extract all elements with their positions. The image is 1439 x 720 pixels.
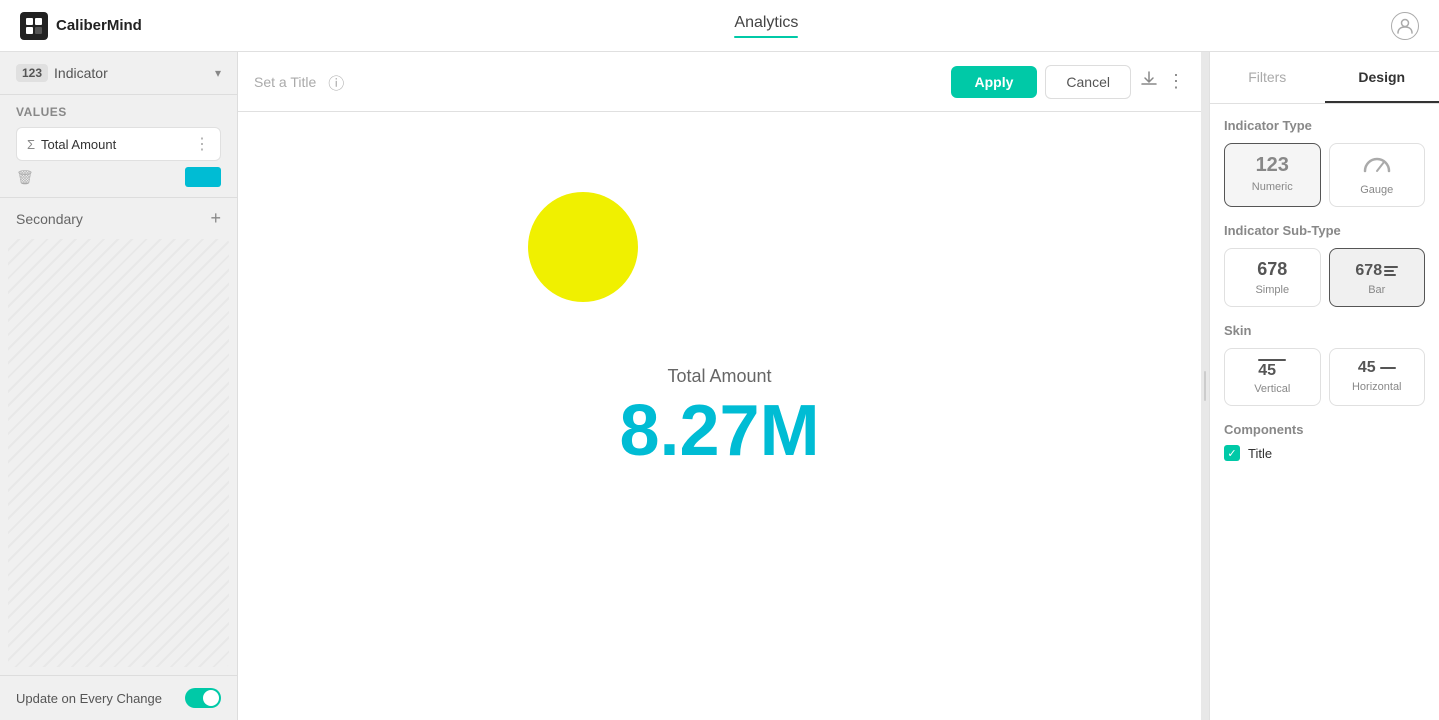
badge-num: 123 <box>16 64 48 82</box>
user-icon[interactable] <box>1391 12 1419 40</box>
gauge-label: Gauge <box>1360 184 1393 196</box>
more-options-toolbar-icon[interactable]: ⋮ <box>1167 71 1185 92</box>
type-card-gauge[interactable]: Gauge <box>1329 143 1426 207</box>
cancel-button[interactable]: Cancel <box>1045 65 1131 99</box>
chart-value: 8.27M <box>619 395 819 467</box>
download-icon[interactable] <box>1139 69 1159 94</box>
yellow-circle-decoration <box>528 192 638 302</box>
nav-title: Analytics <box>734 14 798 32</box>
simple-label: Simple <box>1255 284 1289 296</box>
sidebar-footer: Update on Every Change <box>0 675 237 720</box>
indicator-type-grid: 123 Numeric Gauge <box>1224 143 1425 207</box>
update-toggle[interactable] <box>185 688 221 708</box>
skin-title: Skin <box>1224 323 1425 338</box>
checkmark-icon: ✓ <box>1227 447 1236 460</box>
skin-grid: 45 Vertical 45 Horizontal <box>1224 348 1425 406</box>
simple-icon: 678 <box>1257 259 1287 280</box>
resize-handle[interactable] <box>1201 52 1209 720</box>
subtype-grid: 678 Simple 678 Bar <box>1224 248 1425 307</box>
info-icon[interactable]: ⓘ <box>328 70 344 94</box>
drag-dots <box>1204 371 1206 401</box>
logo-icon <box>20 12 48 40</box>
nav-right <box>1391 12 1419 40</box>
sidebar-header: 123 Indicator ▾ <box>0 52 237 95</box>
components-title: Components <box>1224 422 1425 437</box>
indicator-label: Indicator <box>54 65 108 81</box>
apply-button[interactable]: Apply <box>951 66 1038 98</box>
add-secondary-icon[interactable]: + <box>210 208 221 229</box>
subtype-card-simple[interactable]: 678 Simple <box>1224 248 1321 307</box>
chart-center: Total Amount 8.27M <box>619 366 819 467</box>
type-card-numeric[interactable]: 123 Numeric <box>1224 143 1321 207</box>
nav-center: Analytics <box>734 14 798 38</box>
title-checkbox[interactable]: ✓ <box>1224 445 1240 461</box>
center-content: Set a Title ⓘ Apply Cancel ⋮ Total Amoun… <box>238 52 1201 720</box>
delete-icon[interactable]: 🗑 <box>16 169 34 186</box>
sigma-icon: Σ <box>27 137 35 152</box>
hatched-area <box>8 239 229 667</box>
right-panel-tabs: Filters Design <box>1210 52 1439 104</box>
indicator-subtype-title: Indicator Sub-Type <box>1224 223 1425 238</box>
vertical-skin-icon: 45 <box>1258 359 1286 379</box>
tab-filters[interactable]: Filters <box>1210 52 1325 103</box>
set-title-input[interactable]: Set a Title <box>254 74 316 90</box>
component-row-title: ✓ Title <box>1224 445 1425 461</box>
top-navigation: CaliberMind Analytics <box>0 0 1439 52</box>
values-section: Values Σ Total Amount ⋮ 🗑 <box>0 95 237 197</box>
value-row: Σ Total Amount ⋮ <box>16 127 221 161</box>
bar-label: Bar <box>1368 284 1385 296</box>
update-on-change-label: Update on Every Change <box>16 691 162 706</box>
numeric-label: Numeric <box>1252 181 1293 193</box>
title-component-label: Title <box>1248 446 1272 461</box>
vertical-label: Vertical <box>1254 383 1290 395</box>
tab-design[interactable]: Design <box>1325 52 1439 103</box>
subtype-card-bar[interactable]: 678 Bar <box>1329 248 1426 307</box>
indicator-type-title: Indicator Type <box>1224 118 1425 133</box>
skin-card-horizontal[interactable]: 45 Horizontal <box>1329 348 1426 406</box>
gauge-icon <box>1362 154 1392 180</box>
right-panel-body: Indicator Type 123 Numeric Gauge <box>1210 104 1439 475</box>
value-row-left: Σ Total Amount <box>27 137 116 152</box>
toolbar: Set a Title ⓘ Apply Cancel ⋮ <box>238 52 1201 112</box>
indicator-type-badge[interactable]: 123 Indicator <box>16 64 108 82</box>
horizontal-label: Horizontal <box>1352 381 1402 393</box>
secondary-section: Secondary + <box>0 197 237 239</box>
color-swatch[interactable] <box>185 167 221 187</box>
toolbar-right: Apply Cancel ⋮ <box>951 65 1185 99</box>
logo-text: CaliberMind <box>56 17 142 34</box>
values-label: Values <box>16 105 221 119</box>
more-options-icon[interactable]: ⋮ <box>194 134 210 154</box>
components-section: Components ✓ Title <box>1224 422 1425 461</box>
right-panel: Filters Design Indicator Type 123 Numeri… <box>1209 52 1439 720</box>
left-sidebar: 123 Indicator ▾ Values Σ Total Amount ⋮ … <box>0 52 238 720</box>
chart-label: Total Amount <box>667 366 771 387</box>
logo-area: CaliberMind <box>20 12 142 40</box>
main-layout: 123 Indicator ▾ Values Σ Total Amount ⋮ … <box>0 52 1439 720</box>
color-row: 🗑 <box>16 167 221 187</box>
chart-area: Total Amount 8.27M <box>238 112 1201 720</box>
skin-card-vertical[interactable]: 45 Vertical <box>1224 348 1321 406</box>
total-amount-label: Total Amount <box>41 137 116 152</box>
bar-icon: 678 <box>1355 259 1398 280</box>
numeric-icon: 123 <box>1256 154 1289 177</box>
nav-underline <box>734 36 798 38</box>
secondary-label: Secondary <box>16 211 83 227</box>
chevron-down-icon[interactable]: ▾ <box>215 66 221 80</box>
horizontal-skin-icon: 45 <box>1358 359 1396 377</box>
